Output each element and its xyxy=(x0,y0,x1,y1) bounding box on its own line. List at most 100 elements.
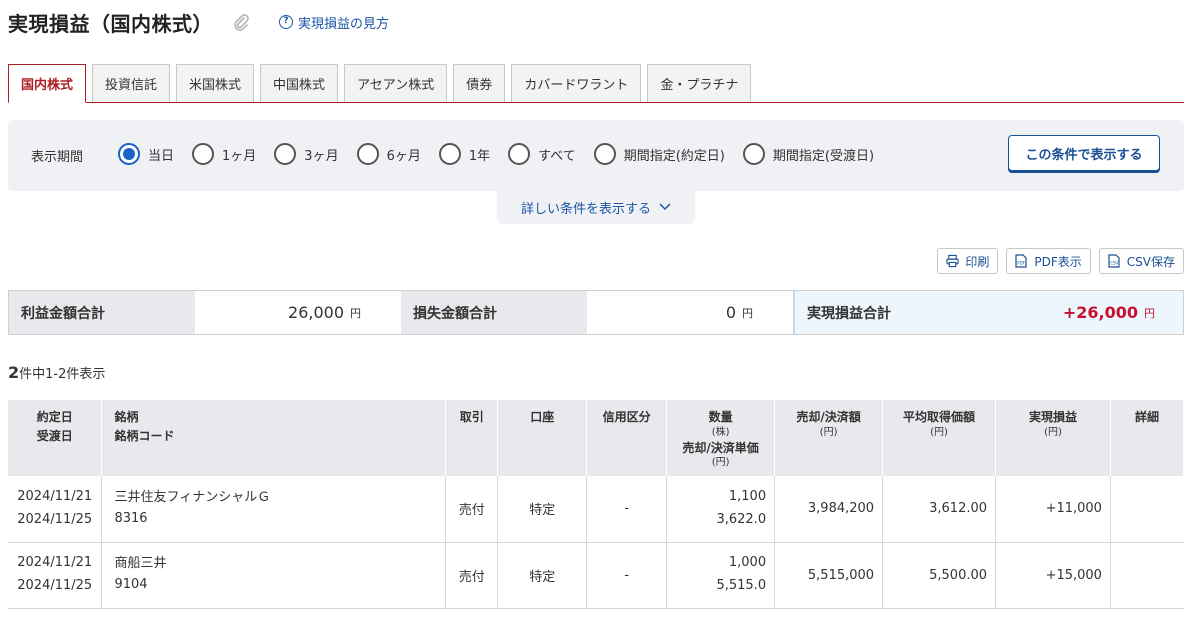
cell-qty-price: 1,100 3,622.0 xyxy=(666,476,776,543)
radio-label: 1ヶ月 xyxy=(222,148,257,164)
radio-circle[interactable] xyxy=(192,143,215,165)
svg-text:PDF: PDF xyxy=(1018,261,1026,266)
security-name: 商船三井 xyxy=(114,556,167,572)
svg-text:CSV: CSV xyxy=(1110,261,1118,266)
col-credit: 信用区分 xyxy=(586,400,668,476)
col-pl-label: 実現損益 xyxy=(1028,410,1077,424)
col-qty-price: 数量 (株) 売却/決済単価 (円) xyxy=(666,400,776,476)
radio-circle[interactable] xyxy=(118,143,140,165)
tab-bonds[interactable]: 債券 xyxy=(453,64,506,102)
cell-amount: 5,515,000 xyxy=(774,542,884,609)
radio-1year[interactable]: 1年 xyxy=(438,143,490,165)
table-row: 2024/11/21 2024/11/25 商船三井 9104 売付 特定 - 1,… xyxy=(8,542,1184,609)
realized-total-amount: +26,000 xyxy=(1062,303,1138,322)
radio-circle[interactable] xyxy=(356,143,379,165)
market-tabs: 国内株式 投資信託 米国株式 中国株式 アセアン株式 債券 カバードワラント 金… xyxy=(8,64,1184,103)
yen-unit: 円 xyxy=(742,306,753,320)
yen-unit: 円 xyxy=(1144,306,1155,320)
profit-total-label: 利益金額合計 xyxy=(9,291,195,334)
sell-price: 3,622.0 xyxy=(716,511,767,527)
result-count-number: 2 xyxy=(8,363,20,382)
col-amount-label: 売却/決済額 xyxy=(796,410,861,424)
col-trade-date: 約定日 xyxy=(36,410,73,424)
radio-label: 期間指定(受渡日) xyxy=(772,148,875,164)
col-avg-cost: 平均取得価額 (円) xyxy=(882,400,997,476)
cell-trade: 売付 xyxy=(445,542,499,609)
apply-filter-button[interactable]: この条件で表示する xyxy=(1008,135,1160,171)
radio-circle[interactable] xyxy=(274,143,297,165)
col-account: 口座 xyxy=(497,400,588,476)
radio-settlement-date-range[interactable]: 期間指定(受渡日) xyxy=(742,143,875,165)
col-security: 銘柄 銘柄コード xyxy=(101,400,447,476)
help-link-label: 実現損益の見方 xyxy=(298,16,390,32)
print-button[interactable]: 印刷 xyxy=(937,248,999,274)
trade-date: 2024/11/21 xyxy=(17,489,93,504)
tab-us-stocks[interactable]: 米国株式 xyxy=(176,64,255,102)
col-amount-unit: (円) xyxy=(819,426,838,438)
paperclip-icon[interactable] xyxy=(231,12,251,32)
trade-date: 2024/11/21 xyxy=(17,555,93,571)
col-avg-label: 平均取得価額 xyxy=(903,410,976,424)
period-radio-group: 当日 1ヶ月 3ヶ月 6ヶ月 1年 すべて 期間指定(約定日) 期間指定(受渡日… xyxy=(118,143,892,165)
radio-circle[interactable] xyxy=(508,143,531,165)
cell-security: 商船三井 9104 xyxy=(101,542,447,609)
tab-investment-trusts[interactable]: 投資信託 xyxy=(92,64,171,102)
realized-total-value: +26,000 円 xyxy=(979,291,1183,334)
radio-circle[interactable] xyxy=(593,143,616,165)
tab-domestic-stocks[interactable]: 国内株式 xyxy=(8,64,87,103)
pdf-button[interactable]: PDF PDF表示 xyxy=(1006,248,1091,274)
question-icon: ? xyxy=(279,15,293,29)
col-price-unit: (円) xyxy=(711,457,730,469)
more-conditions-toggle[interactable]: 詳しい条件を表示する xyxy=(497,190,695,224)
page-title: 実現損益（国内株式） xyxy=(8,11,213,36)
tab-asean-stocks[interactable]: アセアン株式 xyxy=(344,64,448,102)
radio-trade-date-range[interactable]: 期間指定(約定日) xyxy=(593,143,725,165)
loss-total-label: 損失金額合計 xyxy=(401,291,587,334)
profit-total-value: 26,000 円 xyxy=(195,291,401,334)
csv-button[interactable]: CSV CSV保存 xyxy=(1098,248,1184,274)
radio-all[interactable]: すべて xyxy=(508,143,576,165)
cell-trade: 売付 xyxy=(445,476,499,543)
loss-total-amount: 0 xyxy=(725,303,736,322)
tab-china-stocks[interactable]: 中国株式 xyxy=(260,64,339,102)
sell-price: 5,515.0 xyxy=(716,578,767,593)
realized-total-label: 実現損益合計 xyxy=(793,291,979,334)
radio-6months[interactable]: 6ヶ月 xyxy=(356,143,421,165)
tab-gold-platinum[interactable]: 金・プラチナ xyxy=(647,64,752,102)
radio-3months[interactable]: 3ヶ月 xyxy=(274,143,339,165)
cell-security: 三井住友フィナンシャルＧ 8316 xyxy=(101,476,447,543)
csv-label: CSV保存 xyxy=(1126,254,1175,269)
profit-total-amount: 26,000 xyxy=(288,303,344,322)
help-link[interactable]: ? 実現損益の見方 xyxy=(279,13,389,32)
radio-label: 期間指定(約定日) xyxy=(623,148,725,164)
security-name: 三井住友フィナンシャルＧ xyxy=(114,489,271,505)
yen-unit: 円 xyxy=(350,306,361,320)
result-count-text: 件中1-2件表示 xyxy=(19,367,106,382)
more-conditions-label: 詳しい条件を表示する xyxy=(520,201,651,217)
cell-qty-price: 1,000 5,515.0 xyxy=(666,542,776,609)
cell-avg-cost: 3,612.00 xyxy=(882,476,997,543)
chevron-down-icon xyxy=(659,201,671,214)
tab-covered-warrants[interactable]: カバードワラント xyxy=(511,64,642,102)
col-security-name: 銘柄 xyxy=(114,410,139,424)
security-code: 9104 xyxy=(114,577,148,592)
settlement-date: 2024/11/25 xyxy=(17,511,93,527)
col-price: 売却/決済単価 xyxy=(682,440,759,455)
table-header-row: 約定日 受渡日 銘柄 銘柄コード 取引 口座 信用区分 数量 (株) 売却/決済単価… xyxy=(8,400,1185,476)
table-row: 2024/11/21 2024/11/25 三井住友フィナンシャルＧ 8316 売付… xyxy=(8,476,1184,543)
quantity: 1,100 xyxy=(728,489,767,504)
quantity: 1,000 xyxy=(728,555,767,571)
print-label: 印刷 xyxy=(965,254,990,269)
summary-bar: 利益金額合計 26,000 円 損失金額合計 0円 実現損益合計 +26,000 円 xyxy=(8,290,1184,335)
radio-today[interactable]: 当日 xyxy=(118,143,174,165)
cell-account: 特定 xyxy=(497,542,588,609)
filter-panel: 表示期間 当日 1ヶ月 3ヶ月 6ヶ月 1年 すべて 期間指定(約定日) 期間指… xyxy=(8,120,1184,191)
radio-1month[interactable]: 1ヶ月 xyxy=(192,143,256,165)
radio-circle[interactable] xyxy=(742,143,765,165)
col-amount: 売却/決済額 (円) xyxy=(774,400,884,476)
cell-avg-cost: 5,500.00 xyxy=(882,542,997,609)
col-pl-unit: (円) xyxy=(1044,426,1062,438)
pdf-file-icon: PDF xyxy=(1015,254,1028,268)
radio-label: 3ヶ月 xyxy=(304,148,339,164)
radio-circle[interactable] xyxy=(438,143,461,165)
